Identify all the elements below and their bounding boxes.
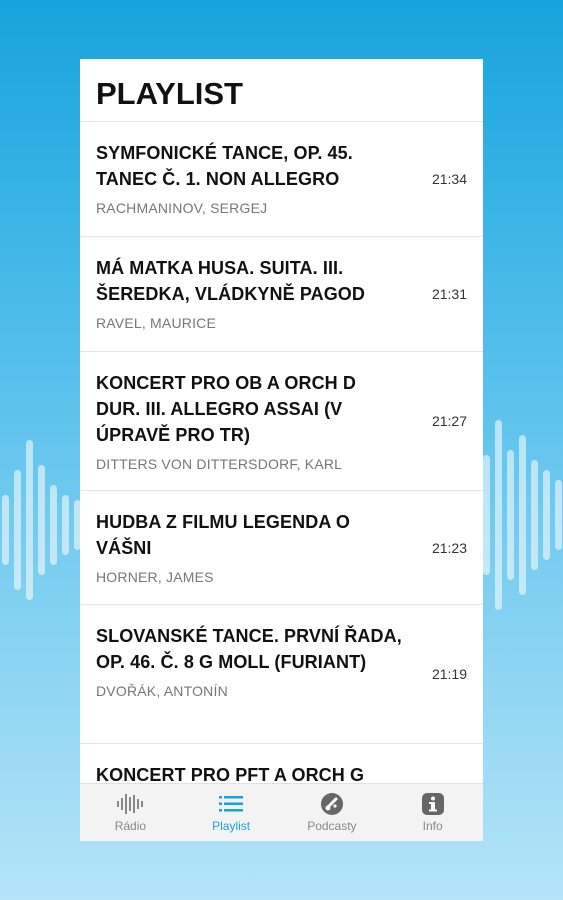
track-title: MÁ MATKA HUSA. SUITA. III. ŠEREDKA, VLÁD… [96, 258, 365, 304]
track-title: SLOVANSKÉ TANCE. PRVNÍ ŘADA, OP. 46. Č. … [96, 626, 402, 672]
info-icon [421, 792, 445, 816]
track-time: 21:27 [431, 413, 467, 429]
track-title: KONCERT PRO PFT A ORCH G [96, 765, 365, 784]
track-title: HUDBA Z FILMU LEGENDA O VÁŠNI [96, 512, 350, 558]
track-time: 21:31 [431, 286, 467, 302]
tab-radio[interactable]: Rádio [80, 784, 181, 841]
radio-wave-icon [117, 792, 144, 816]
playlist-item[interactable]: MÁ MATKA HUSA. SUITA. III. ŠEREDKA, VLÁD… [80, 237, 483, 352]
playlist-item[interactable]: SYMFONICKÉ TANCE, OP. 45. TANEC Č. 1. NO… [80, 122, 483, 237]
track-title: KONCERT PRO OB A ORCH D DUR. III. ALLEGR… [96, 373, 356, 445]
tab-label: Playlist [212, 819, 251, 833]
playlist-list[interactable]: SYMFONICKÉ TANCE, OP. 45. TANEC Č. 1. NO… [80, 122, 483, 784]
track-time: 21:23 [431, 539, 467, 556]
bottom-tab-bar: Rádio Playlist Podcasty Info [80, 783, 483, 841]
playlist-item[interactable]: KONCERT PRO OB A ORCH D DUR. III. ALLEGR… [80, 352, 483, 491]
track-artist: HORNER, JAMES [96, 569, 214, 585]
tab-info[interactable]: Info [382, 784, 483, 841]
track-artist: RACHMANINOV, SERGEJ [96, 200, 268, 216]
podcast-icon [320, 792, 344, 816]
tab-label: Rádio [114, 819, 147, 833]
page-title: PLAYLIST [80, 59, 483, 122]
track-artist: DITTERS VON DITTERSDORF, KARL [96, 456, 343, 472]
track-title: SYMFONICKÉ TANCE, OP. 45. TANEC Č. 1. NO… [96, 143, 353, 189]
playlist-item[interactable]: SLOVANSKÉ TANCE. PRVNÍ ŘADA, OP. 46. Č. … [80, 605, 483, 744]
tab-podcasty[interactable]: Podcasty [282, 784, 383, 841]
playlist-item[interactable]: KONCERT PRO PFT A ORCH G [80, 744, 483, 784]
track-time: 21:34 [431, 171, 467, 187]
track-time: 21:19 [431, 666, 467, 682]
tab-label: Info [422, 819, 443, 833]
track-artist: RAVEL, MAURICE [96, 315, 217, 331]
tab-label: Podcasty [307, 819, 357, 833]
tab-playlist[interactable]: Playlist [181, 784, 282, 841]
track-artist: DVOŘÁK, ANTONÍN [96, 683, 228, 699]
playlist-card: PLAYLIST SYMFONICKÉ TANCE, OP. 45. TANEC… [80, 59, 483, 841]
list-icon [219, 792, 244, 816]
playlist-item[interactable]: HUDBA Z FILMU LEGENDA O VÁŠNI HORNER, JA… [80, 491, 483, 605]
